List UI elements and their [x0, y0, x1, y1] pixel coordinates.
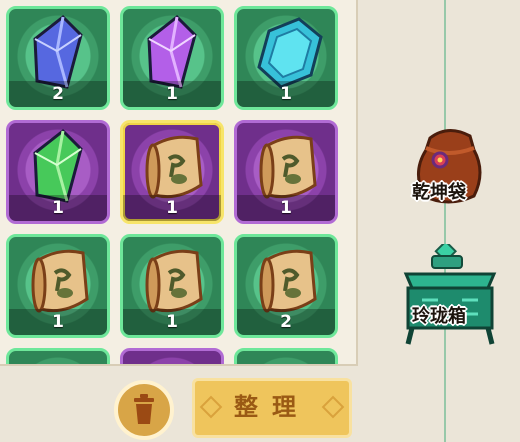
- inventory-slot[interactable]: 1: [120, 6, 224, 110]
- item-count: 2: [280, 312, 292, 332]
- inventory-slot[interactable]: 2: [6, 6, 110, 110]
- hex-crystal-icon: [257, 17, 323, 89]
- crystal-icon: [33, 129, 83, 203]
- item-count: 1: [166, 312, 178, 332]
- inventory-slot[interactable]: [234, 348, 338, 364]
- linglong-chest-label: 玲珑箱: [412, 306, 466, 327]
- inventory-slot[interactable]: [6, 348, 110, 364]
- sort-button[interactable]: 整理: [192, 378, 352, 438]
- item-count: 1: [280, 198, 292, 218]
- scroll-icon: [145, 249, 203, 313]
- chest-icon: [403, 239, 497, 345]
- inventory-slot[interactable]: 1: [120, 234, 224, 338]
- inventory-panel: 2 1 1 1 1 1 1 1 2: [0, 0, 358, 366]
- delete-button[interactable]: [114, 380, 174, 440]
- inventory-slot[interactable]: 2: [234, 234, 338, 338]
- item-count: 1: [52, 312, 64, 332]
- scroll-icon: [31, 249, 89, 313]
- trash-can-icon: [134, 394, 154, 424]
- left-ornament: [199, 395, 223, 419]
- item-count: 1: [280, 84, 292, 104]
- item-count: 1: [166, 84, 178, 104]
- inventory-slot[interactable]: 1: [234, 6, 338, 110]
- linglong-chest-button[interactable]: 玲珑箱: [398, 239, 502, 348]
- inventory-slot[interactable]: 1: [6, 234, 110, 338]
- scroll-icon: [259, 249, 317, 313]
- inventory-slot[interactable]: 1: [6, 120, 110, 224]
- scroll-icon: [145, 135, 203, 199]
- right-ornament: [321, 395, 345, 419]
- qiankun-bag-label: 乾坤袋: [412, 182, 466, 203]
- sort-button-label: 整理: [234, 393, 310, 421]
- item-count: 2: [52, 84, 64, 104]
- inventory-slot[interactable]: [120, 348, 224, 364]
- qiankun-bag-button[interactable]: 乾坤袋: [400, 126, 496, 226]
- scroll-icon: [259, 135, 317, 199]
- crystal-icon: [33, 15, 83, 89]
- inventory-slot[interactable]: 1: [234, 120, 338, 224]
- inventory-slot[interactable]: 1: [120, 120, 224, 224]
- item-count: 1: [166, 198, 178, 218]
- item-count: 1: [52, 198, 64, 218]
- crystal-icon: [147, 15, 197, 89]
